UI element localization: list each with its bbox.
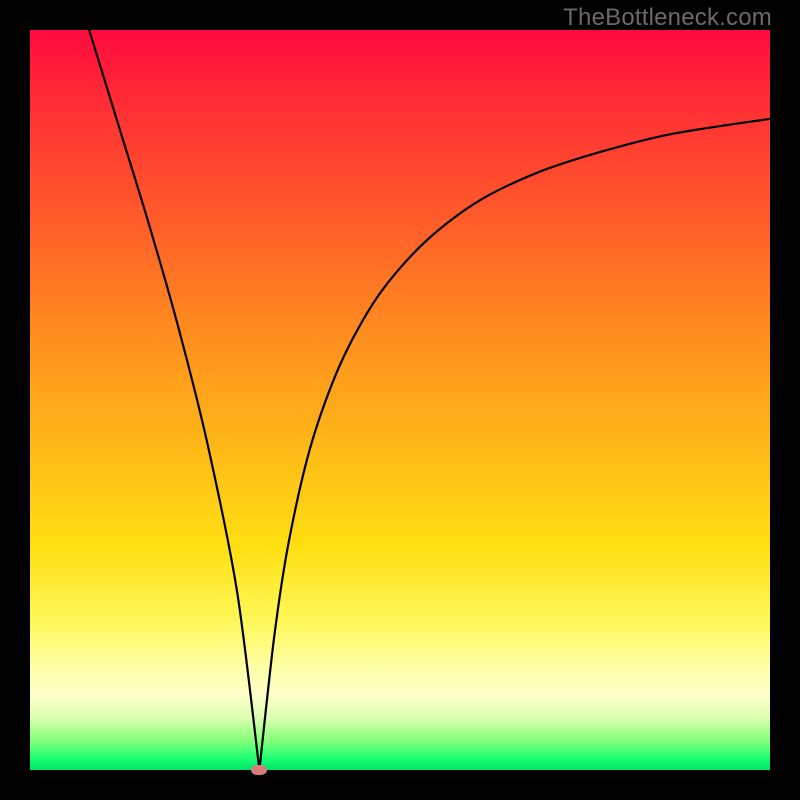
curve-minimum-marker (251, 765, 267, 775)
watermark-text: TheBottleneck.com (563, 4, 772, 32)
plot-area (30, 30, 770, 770)
bottleneck-curve (30, 30, 770, 770)
curve-right-branch (259, 119, 770, 770)
curve-left-branch (89, 30, 259, 770)
chart-frame: TheBottleneck.com (0, 0, 800, 800)
